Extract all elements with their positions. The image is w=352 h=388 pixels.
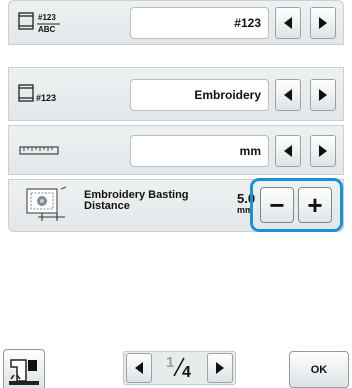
- thread-number-prev-button[interactable]: [275, 7, 301, 39]
- page-prev-button[interactable]: [126, 353, 152, 383]
- page-indicator: 1 4: [160, 353, 200, 383]
- basting-adjust-highlight: − +: [250, 178, 343, 232]
- plus-icon: +: [307, 190, 323, 220]
- svg-text:ABC: ABC: [38, 25, 56, 34]
- svg-text:#123: #123: [38, 13, 56, 22]
- setting-row-thread-number: #123 ABC #123: [8, 0, 344, 45]
- right-arrow-icon: [319, 89, 327, 101]
- embroidery-unit-value-text: mm: [239, 144, 261, 158]
- total-pages: 4: [182, 364, 191, 381]
- embroidery-unit-value: mm: [130, 135, 269, 167]
- thread-number-next-button[interactable]: [310, 7, 336, 39]
- thread-number-value-text: #123: [234, 16, 261, 30]
- svg-text:#123: #123: [36, 93, 56, 103]
- embroidery-machine-icon: [9, 359, 39, 385]
- setting-row-embroidery-unit: mm: [8, 125, 344, 175]
- thread-number-icon: #123: [17, 79, 65, 111]
- left-arrow-icon: [284, 17, 292, 29]
- right-arrow-icon: [319, 145, 327, 157]
- basting-decrease-button[interactable]: −: [260, 187, 294, 223]
- thread-color-value: Embroidery: [130, 79, 269, 111]
- basting-distance-label: Embroidery Basting Distance: [84, 189, 189, 212]
- embroidery-unit-next-button[interactable]: [310, 135, 336, 167]
- ruler-icon: [17, 135, 65, 167]
- page-navigator: 1 4: [123, 351, 236, 385]
- setting-row-thread-color: #123 Embroidery: [8, 67, 344, 121]
- ok-button-label: OK: [310, 363, 328, 376]
- thread-number-value: #123: [130, 7, 269, 39]
- basting-frame-icon: [23, 186, 69, 224]
- right-arrow-icon: [216, 362, 224, 374]
- left-arrow-icon: [284, 145, 292, 157]
- right-arrow-icon: [319, 17, 327, 29]
- thread-number-abc-icon: #123 ABC: [17, 7, 65, 39]
- thread-color-value-text: Embroidery: [194, 88, 261, 102]
- basting-increase-button[interactable]: +: [298, 187, 332, 223]
- minus-icon: −: [269, 190, 285, 220]
- thread-color-next-button[interactable]: [310, 79, 336, 111]
- embroidery-unit-prev-button[interactable]: [275, 135, 301, 167]
- page-next-button[interactable]: [207, 353, 233, 383]
- embroidery-machine-button[interactable]: [3, 349, 45, 388]
- left-arrow-icon: [284, 89, 292, 101]
- thread-color-prev-button[interactable]: [275, 79, 301, 111]
- left-arrow-icon: [135, 362, 143, 374]
- ok-button[interactable]: OK: [289, 351, 349, 388]
